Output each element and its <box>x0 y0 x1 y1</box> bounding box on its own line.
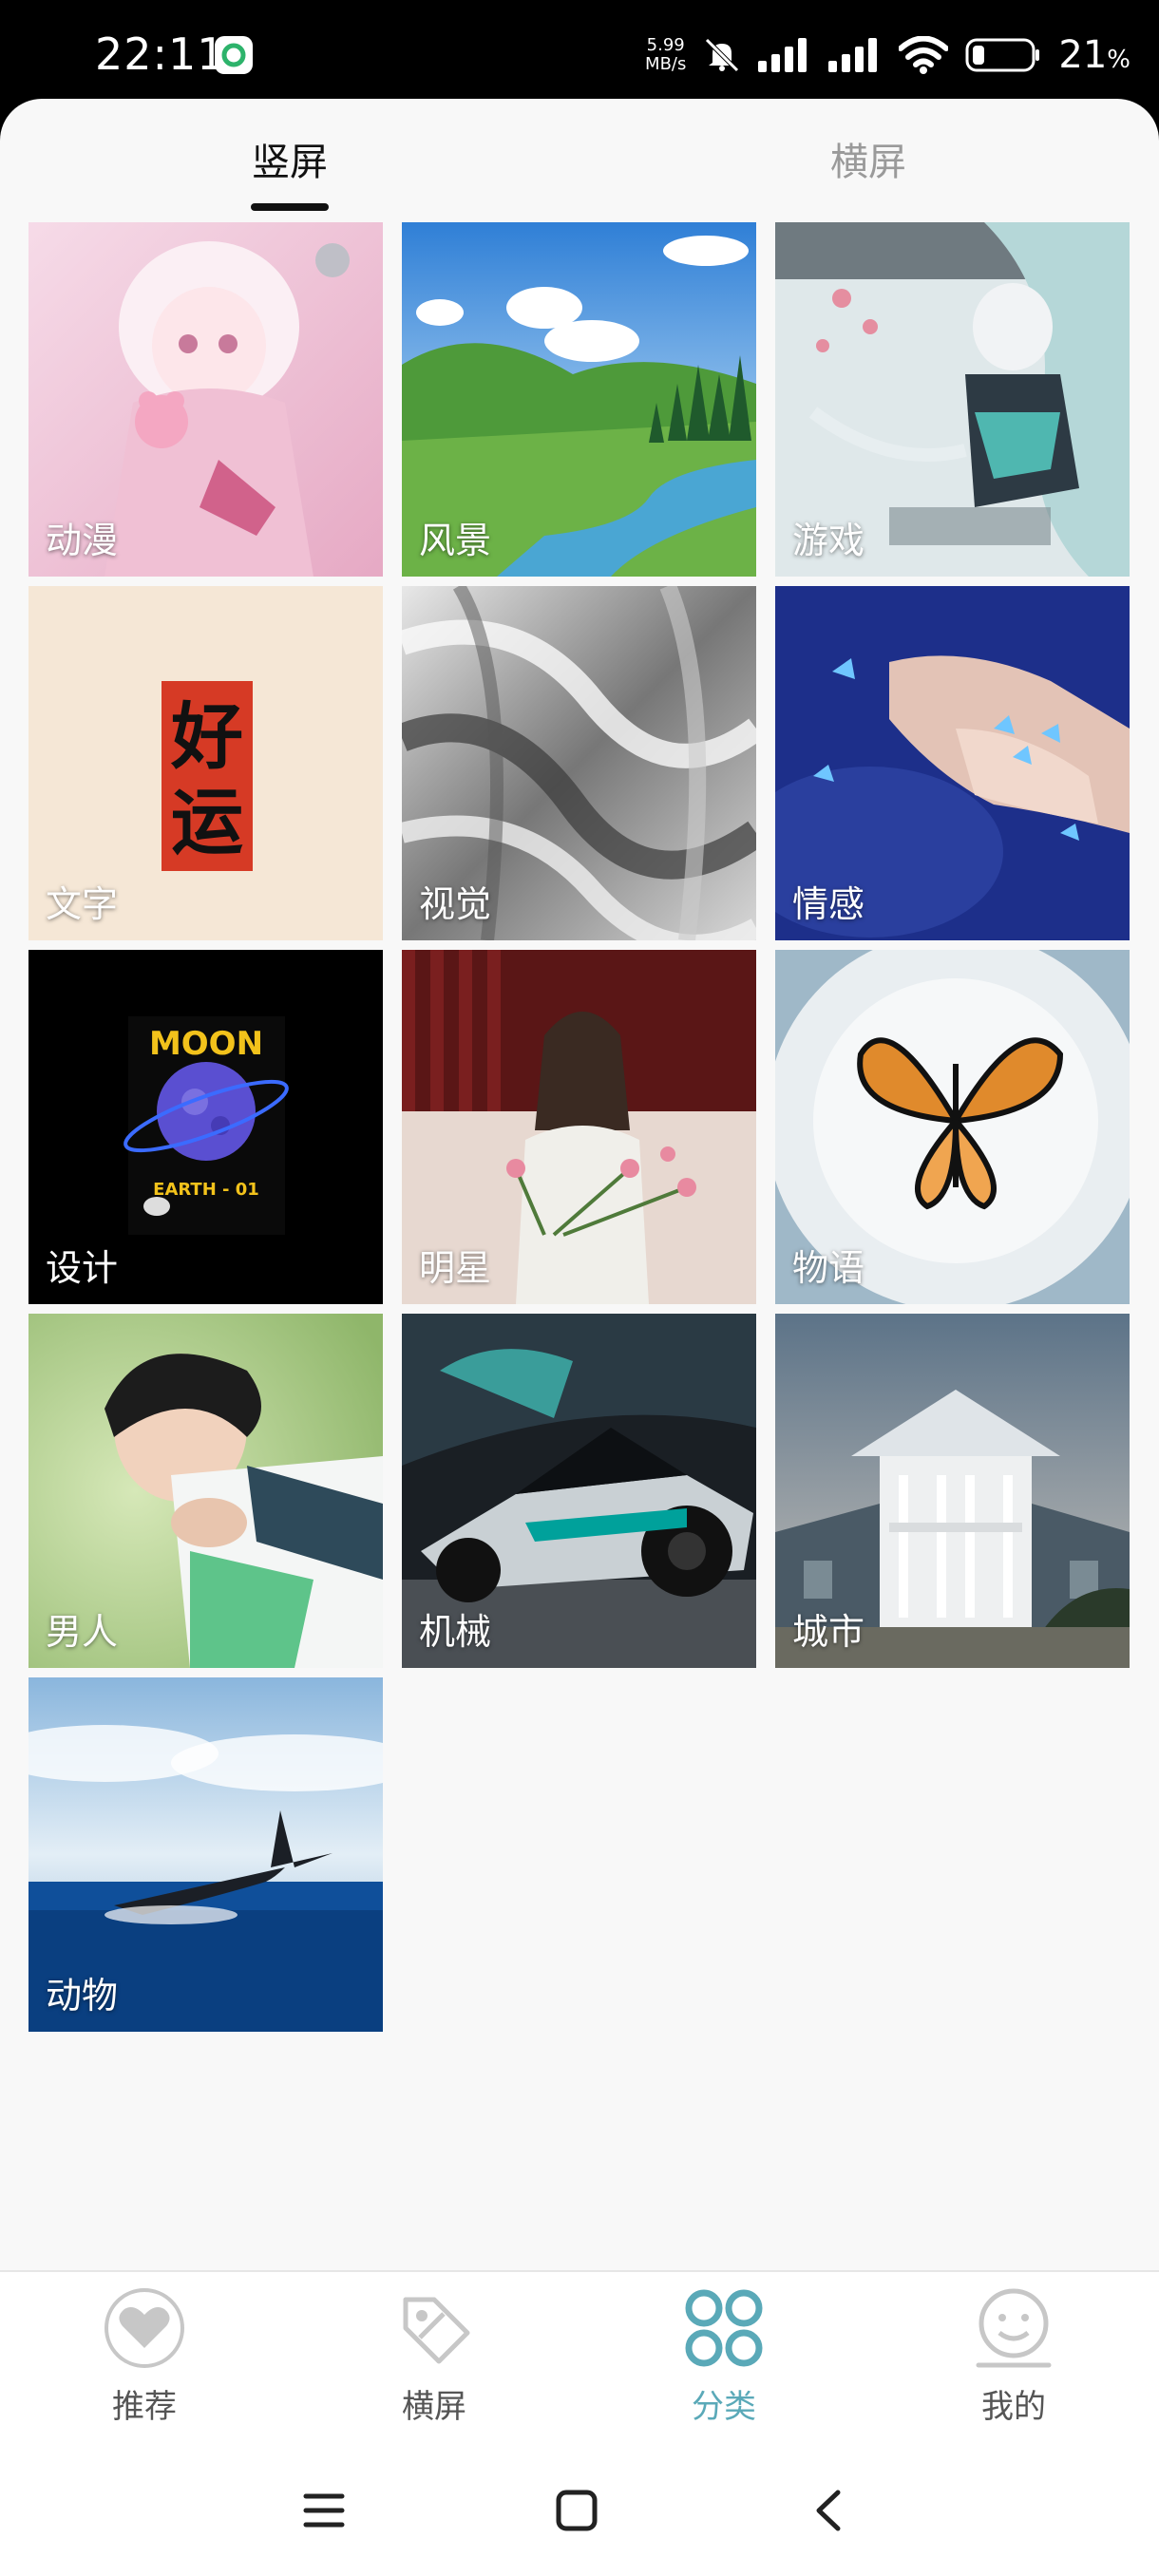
network-speed: 5.99 MB/s <box>645 36 686 74</box>
nav-item-categories[interactable]: 分类 <box>648 2285 800 2437</box>
tile-label: 设计 <box>46 1247 119 1289</box>
orientation-tabs: 竖屏 横屏 <box>0 99 1159 213</box>
design-headline: MOON <box>149 1025 263 1063</box>
category-tile-story[interactable]: 物语 <box>775 950 1130 1304</box>
status-time: 22:11 <box>95 28 226 80</box>
tile-label: 视觉 <box>419 883 492 925</box>
status-right: 5.99 MB/s 21% <box>645 27 1130 84</box>
tab-active-indicator <box>251 203 329 211</box>
tile-label: 风景 <box>419 520 492 561</box>
tile-label: 游戏 <box>792 520 865 561</box>
category-tile-celebrity[interactable]: 明星 <box>402 950 756 1304</box>
network-speed-value: 5.99 <box>646 35 685 55</box>
signal-icon-1 <box>758 38 811 72</box>
category-tile-men[interactable]: 男人 <box>28 1314 383 1668</box>
tile-label: 物语 <box>792 1247 865 1289</box>
heart-icon <box>102 2285 187 2371</box>
home-square-icon[interactable] <box>543 2477 610 2544</box>
tile-label: 机械 <box>419 1611 492 1653</box>
mute-bell-icon <box>703 36 741 74</box>
category-tile-machine[interactable]: 机械 <box>402 1314 756 1668</box>
text-glyph-top: 好 <box>170 694 243 779</box>
wifi-icon <box>899 36 949 74</box>
nav-item-mine[interactable]: 我的 <box>938 2285 1090 2437</box>
app-notification-icon <box>215 36 253 74</box>
tile-label: 情感 <box>792 883 865 925</box>
text-glyph-bottom: 运 <box>171 780 243 864</box>
category-tile-scenery[interactable]: 风景 <box>402 222 756 577</box>
category-tile-animal[interactable]: 动物 <box>28 1677 383 2032</box>
system-nav-bar <box>0 2441 1159 2576</box>
network-speed-unit: MB/s <box>645 54 687 74</box>
nav-label-mine: 我的 <box>981 2388 1046 2426</box>
tag-icon <box>391 2285 477 2371</box>
nav-item-landscape[interactable]: 横屏 <box>358 2285 510 2437</box>
smiley-icon <box>971 2285 1056 2371</box>
category-tile-visual[interactable]: 视觉 <box>402 586 756 940</box>
design-subline: EARTH - 01 <box>153 1180 259 1200</box>
category-tile-anime[interactable]: 动漫 <box>28 222 383 577</box>
tile-label: 动物 <box>46 1975 119 2017</box>
tile-label: 城市 <box>792 1611 865 1653</box>
screen: 22:11 5.99 MB/s 21% 竖屏 横屏 动漫 风景 游戏 好 运 文… <box>0 0 1159 2576</box>
grid-icon <box>681 2285 767 2371</box>
signal-icon-2 <box>828 38 882 72</box>
category-tile-emotion[interactable]: 情感 <box>775 586 1130 940</box>
nav-label-recommend: 推荐 <box>112 2388 177 2426</box>
status-bar: 22:11 5.99 MB/s 21% <box>0 0 1159 104</box>
main-content: 竖屏 横屏 动漫 风景 游戏 好 运 文字 视觉 情感 MOON EARTH -… <box>0 99 1159 2272</box>
back-icon[interactable] <box>796 2477 863 2544</box>
tile-label: 动漫 <box>46 520 119 561</box>
category-tile-design[interactable]: MOON EARTH - 01 设计 <box>28 950 383 1304</box>
category-tile-text[interactable]: 好 运 文字 <box>28 586 383 940</box>
category-tile-city[interactable]: 城市 <box>775 1314 1130 1668</box>
tile-label: 文字 <box>46 883 119 925</box>
tab-portrait[interactable]: 竖屏 <box>252 131 328 186</box>
menu-icon[interactable] <box>291 2477 357 2544</box>
category-tile-game[interactable]: 游戏 <box>775 222 1130 577</box>
tile-label: 明星 <box>419 1247 492 1289</box>
battery-percent-value: 21 <box>1058 33 1108 77</box>
battery-percent: 21% <box>1058 33 1130 77</box>
tile-label: 男人 <box>46 1611 119 1653</box>
tab-landscape[interactable]: 横屏 <box>830 131 906 186</box>
battery-percent-unit: % <box>1107 46 1130 74</box>
battery-icon <box>965 36 1041 74</box>
nav-label-landscape: 横屏 <box>402 2388 466 2426</box>
nav-item-recommend[interactable]: 推荐 <box>68 2285 220 2437</box>
nav-label-categories: 分类 <box>692 2388 756 2426</box>
bottom-nav: 推荐 横屏 分类 我的 <box>0 2270 1159 2441</box>
